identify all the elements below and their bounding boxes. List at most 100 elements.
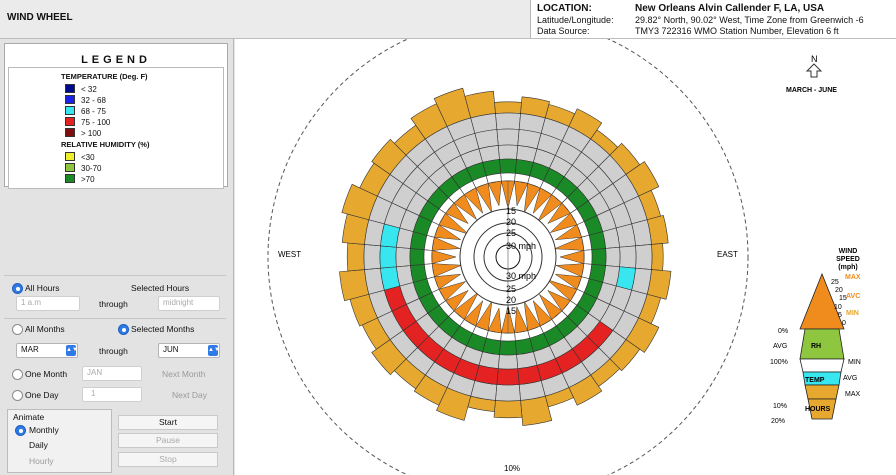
north-arrow-icon — [805, 63, 823, 78]
ring-label: 25 — [506, 284, 516, 294]
legend-items: TEMPERATURE (Deg. F) < 32 32 - 68 68 - 7… — [8, 67, 224, 189]
legend-title: LEGEND — [81, 54, 151, 66]
source-value: TMY3 722316 WMO Station Number, Elevatio… — [635, 26, 839, 36]
period-label: MARCH - JUNE — [786, 87, 837, 94]
rh-min-cell — [500, 332, 516, 342]
temperature-cell — [496, 368, 520, 386]
location-name: New Orleans Alvin Callender F, LA, USA — [635, 3, 825, 14]
next-day-button[interactable]: Next Day — [172, 390, 207, 400]
temp-min-cell — [497, 354, 519, 370]
temperature-cell — [619, 245, 637, 269]
one-day-radio[interactable] — [12, 390, 23, 401]
selected-months-label[interactable]: Selected Months — [131, 324, 194, 334]
start-button[interactable]: Start — [118, 415, 218, 430]
selected-hours-label[interactable]: Selected Hours — [131, 283, 189, 293]
humidity-heading: RELATIVE HUMIDITY (%) — [61, 140, 150, 149]
rh-min-cell — [500, 172, 516, 182]
outer-percent-label: 10% — [504, 464, 520, 473]
rh-min-cell — [583, 249, 593, 265]
key-rh-100pct: 100% — [770, 359, 788, 366]
key-title-1: WIND — [839, 248, 858, 255]
key-temp-max: MAX — [845, 391, 861, 398]
one-month-radio[interactable] — [12, 369, 23, 380]
all-hours-radio[interactable] — [12, 283, 23, 294]
ring-label: 15 — [506, 306, 516, 316]
key-rh: RH — [811, 343, 821, 350]
hours-through-label: through — [99, 299, 128, 309]
key-tick: 5 — [838, 312, 842, 319]
legend: LEGEND TEMPERATURE (Deg. F) < 32 32 - 68… — [4, 43, 228, 189]
hours-bar — [494, 101, 522, 114]
next-month-button[interactable]: Next Month — [162, 369, 205, 379]
key-rh-min: MIN — [848, 359, 861, 366]
temp-max-cell — [635, 244, 653, 270]
ring-label: 20 — [506, 217, 516, 227]
temp-max-cell — [495, 112, 521, 130]
chevron-updown-icon: ▲▼ — [66, 345, 78, 356]
left-panel: LEGEND TEMPERATURE (Deg. F) < 32 32 - 68… — [0, 39, 234, 475]
key-hours-20pct: 20% — [771, 418, 785, 425]
stop-button[interactable]: Stop — [118, 452, 218, 467]
hourly-label[interactable]: Hourly — [29, 456, 54, 466]
one-day-select[interactable]: 1 — [82, 387, 142, 402]
month-to-select[interactable]: JUN ▲▼ — [158, 343, 220, 358]
source-label: Data Source: — [537, 26, 590, 36]
month-from-select[interactable]: MAR ▲▼ — [16, 343, 78, 358]
pause-button[interactable]: Pause — [118, 433, 218, 448]
key-title-2: SPEED — [836, 256, 860, 263]
monthly-label[interactable]: Monthly — [29, 425, 59, 435]
separator — [4, 275, 226, 276]
separator — [4, 318, 226, 319]
hours-bar — [346, 242, 365, 272]
one-month-label[interactable]: One Month — [25, 369, 67, 379]
all-months-radio[interactable] — [12, 324, 23, 335]
humidity-cell — [409, 248, 425, 266]
latlon-value: 29.82° North, 90.02° West, Time Zone fro… — [635, 15, 864, 25]
selected-months-radio[interactable] — [118, 324, 129, 335]
hours-to-select[interactable]: midnight — [158, 296, 220, 311]
all-months-label[interactable]: All Months — [25, 324, 65, 334]
wind-wheel-canvas: 15 20 25 30 mph 30 mph 25 20 15 WEST EAST 10% N… — [235, 39, 896, 475]
west-label: WEST — [278, 250, 301, 259]
title-bar: WIND WHEEL LOCATION: New Orleans Alvin C… — [0, 0, 896, 39]
daily-label[interactable]: Daily — [29, 440, 48, 450]
key-min: MIN — [846, 310, 859, 317]
one-day-label[interactable]: One Day — [25, 390, 59, 400]
monthly-radio[interactable] — [15, 425, 26, 436]
key-rh-0pct: 0% — [778, 328, 788, 335]
key-temp: TEMP — [805, 377, 825, 384]
east-label: EAST — [717, 250, 738, 259]
temperature-heading: TEMPERATURE (Deg. F) — [61, 72, 148, 81]
north-label: N — [811, 54, 818, 64]
all-hours-label[interactable]: All Hours — [25, 283, 59, 293]
animate-group: Animate Monthly Daily Hourly — [7, 409, 112, 473]
key-max: MAX — [845, 274, 861, 281]
legend-temp-4: > 100 — [65, 128, 101, 138]
ring-label: 25 — [506, 228, 516, 238]
ring-label: 15 — [506, 206, 516, 216]
ring-label: 20 — [506, 295, 516, 305]
wind-speed-key: WIND SPEED (mph) MAX 25 20 15 AVC 10 5 M… — [770, 248, 861, 425]
location-label: LOCATION: — [537, 3, 592, 14]
hours-from-select[interactable]: 1 a.m — [16, 296, 80, 311]
temp-min-cell — [497, 144, 519, 160]
key-avc: AVC — [846, 293, 860, 300]
legend-temp-1: 32 - 68 — [65, 95, 106, 105]
key-hours-10pct: 10% — [773, 403, 787, 410]
temp-min-cell — [395, 246, 411, 268]
app-title: WIND WHEEL — [7, 12, 73, 23]
temp-min-cell — [605, 246, 621, 268]
legend-rh-1: 30-70 — [65, 163, 101, 173]
key-title-3: (mph) — [838, 264, 857, 271]
temperature-cell — [379, 245, 397, 269]
latlon-label: Latitude/Longitude: — [537, 15, 614, 25]
key-tick: 20 — [835, 287, 843, 294]
hours-bar — [651, 243, 664, 271]
one-month-select[interactable]: JAN — [82, 366, 142, 381]
humidity-cell — [499, 158, 517, 174]
key-hours: HOURS — [805, 406, 831, 413]
key-tick: 25 — [831, 279, 839, 286]
key-tick: 10 — [834, 304, 842, 311]
humidity-cell — [499, 340, 517, 356]
key-temp-avg: AVG — [843, 375, 857, 382]
